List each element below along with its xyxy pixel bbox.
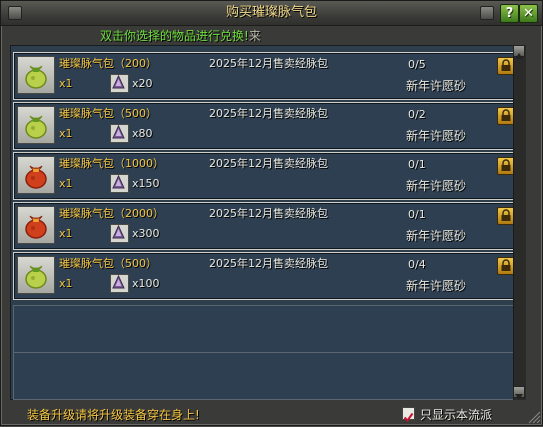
item-cost: x80 xyxy=(132,127,153,140)
item-cost: x100 xyxy=(132,277,160,290)
item-quantity: x1 xyxy=(59,127,73,140)
scroll-up-button[interactable] xyxy=(513,45,525,59)
item-row[interactable]: 璀璨脉气包（500） x1 x100 2025年12月售卖经脉包 0/4 新年许愿砂 xyxy=(13,252,523,300)
item-row[interactable]: 璀璨脉气包（2000） x1 x300 2025年12月售卖经脉包 0/1 新年许愿砂 xyxy=(13,202,523,250)
item-row[interactable]: 璀璨脉气包（500） x1 x80 2025年12月售卖经脉包 0/2 新年许愿砂 xyxy=(13,102,523,150)
purchase-window: 购买璀璨脉气包 ? ✕ 双击你选择的物品进行兑换!来 璀璨脉气包（200） x1 x… xyxy=(0,0,543,426)
item-row[interactable]: 璀璨脉气包（200） x1 x20 2025年12月售卖经脉包 0/5 新年许愿砂 xyxy=(13,52,523,100)
window-title: 购买璀璨脉气包 xyxy=(225,5,317,20)
wish-sand-icon xyxy=(110,124,129,143)
item-source: 2025年12月售卖经脉包 xyxy=(209,57,328,70)
item-icon-slot[interactable] xyxy=(17,56,55,94)
only-show-school-checkbox[interactable] xyxy=(402,407,415,423)
only-show-school-label[interactable]: 只显示本流派 xyxy=(420,406,492,423)
help-button[interactable]: ? xyxy=(500,4,519,23)
currency-name: 新年许愿砂 xyxy=(406,129,467,143)
instruction-tail: 来 xyxy=(248,29,261,43)
purchase-limit: 0/1 xyxy=(408,158,426,171)
item-quantity: x1 xyxy=(59,77,73,90)
item-icon-slot[interactable] xyxy=(17,206,55,244)
item-quantity: x1 xyxy=(59,227,73,240)
instruction-main: 双击你选择的物品进行兑换! xyxy=(100,29,249,43)
wish-sand-icon xyxy=(110,224,129,243)
currency-name: 新年许愿砂 xyxy=(406,179,467,193)
item-name: 璀璨脉气包（500） xyxy=(59,107,157,120)
wish-sand-icon xyxy=(110,274,129,293)
item-quantity: x1 xyxy=(59,177,73,190)
checkmark-icon xyxy=(403,412,414,423)
instruction-text: 双击你选择的物品进行兑换!来 xyxy=(100,27,261,44)
item-name: 璀璨脉气包（200） xyxy=(59,57,157,70)
item-list: 璀璨脉气包（200） x1 x20 2025年12月售卖经脉包 0/5 新年许愿砂 璀璨脉气… xyxy=(10,45,524,400)
close-button[interactable]: ✕ xyxy=(519,4,538,23)
upgrade-hint: 装备升级请将升级装备穿在身上! xyxy=(27,408,200,422)
scrollbar[interactable] xyxy=(513,45,526,400)
title-ornament-right xyxy=(480,6,494,20)
wish-sand-icon xyxy=(110,174,129,193)
resize-grip-icon[interactable] xyxy=(525,408,541,424)
item-cost: x300 xyxy=(132,227,160,240)
item-icon-slot[interactable] xyxy=(17,156,55,194)
item-name: 璀璨脉气包（500） xyxy=(59,257,157,270)
currency-name: 新年许愿砂 xyxy=(406,279,467,293)
item-cost: x20 xyxy=(132,77,153,90)
arrow-up-icon xyxy=(515,53,523,59)
item-quantity: x1 xyxy=(59,277,73,290)
item-name: 璀璨脉气包（1000） xyxy=(59,157,164,170)
currency-name: 新年许愿砂 xyxy=(406,79,467,93)
item-row[interactable]: 璀璨脉气包（1000） x1 x150 2025年12月售卖经脉包 0/1 新年许愿砂 xyxy=(13,152,523,200)
item-icon-slot[interactable] xyxy=(17,256,55,294)
empty-row xyxy=(13,352,523,400)
purchase-limit: 0/4 xyxy=(408,258,426,271)
arrow-down-icon xyxy=(515,394,523,400)
empty-row xyxy=(13,305,523,353)
purchase-limit: 0/1 xyxy=(408,208,426,221)
item-cost: x150 xyxy=(132,177,160,190)
item-source: 2025年12月售卖经脉包 xyxy=(209,157,328,170)
item-source: 2025年12月售卖经脉包 xyxy=(209,107,328,120)
item-source: 2025年12月售卖经脉包 xyxy=(209,207,328,220)
purchase-limit: 0/2 xyxy=(408,108,426,121)
purchase-limit: 0/5 xyxy=(408,58,426,71)
item-icon-slot[interactable] xyxy=(17,106,55,144)
wish-sand-icon xyxy=(110,74,129,93)
title-bar[interactable]: 购买璀璨脉气包 ? ✕ xyxy=(1,1,542,26)
currency-name: 新年许愿砂 xyxy=(406,229,467,243)
item-name: 璀璨脉气包（2000） xyxy=(59,207,164,220)
item-source: 2025年12月售卖经脉包 xyxy=(209,257,328,270)
scroll-down-button[interactable] xyxy=(513,386,525,400)
